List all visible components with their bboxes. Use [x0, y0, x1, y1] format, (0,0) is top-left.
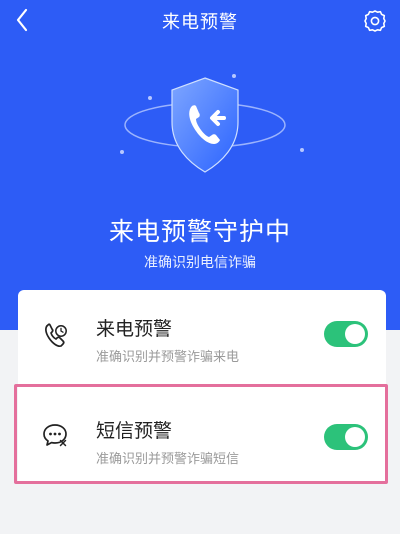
top-bar: 来电预警 — [0, 0, 400, 44]
toggle-knob — [345, 427, 365, 447]
sms-alert-row: 短信预警 准确识别并预警诈骗短信 — [18, 382, 386, 482]
page-title: 来电预警 — [162, 12, 238, 33]
sms-alert-title: 短信预警 — [96, 420, 173, 442]
gear-icon[interactable] — [362, 8, 388, 34]
sms-alert-toggle[interactable] — [324, 424, 368, 450]
call-alert-subtitle: 准确识别并预警诈骗来电 — [96, 350, 240, 365]
phone-call-icon — [45, 323, 67, 348]
hero-title: 来电预警守护中 — [108, 217, 291, 246]
sms-alert-subtitle: 准确识别并预警诈骗短信 — [96, 452, 240, 467]
shield-phone-icon — [124, 77, 286, 173]
toggle-knob — [345, 324, 365, 344]
call-alert-row: 来电预警 准确识别并预警诈骗来电 — [18, 290, 386, 382]
hero-subtitle: 准确识别电信诈骗 — [144, 255, 256, 271]
sparkle-dot — [300, 148, 304, 152]
hero-banner: 来电预警 来电预警守护中 准确识别电信诈骗 — [0, 0, 400, 330]
chat-bubble-icon — [43, 424, 67, 447]
call-alert-title: 来电预警 — [96, 318, 173, 340]
call-alert-toggle[interactable] — [324, 321, 368, 347]
